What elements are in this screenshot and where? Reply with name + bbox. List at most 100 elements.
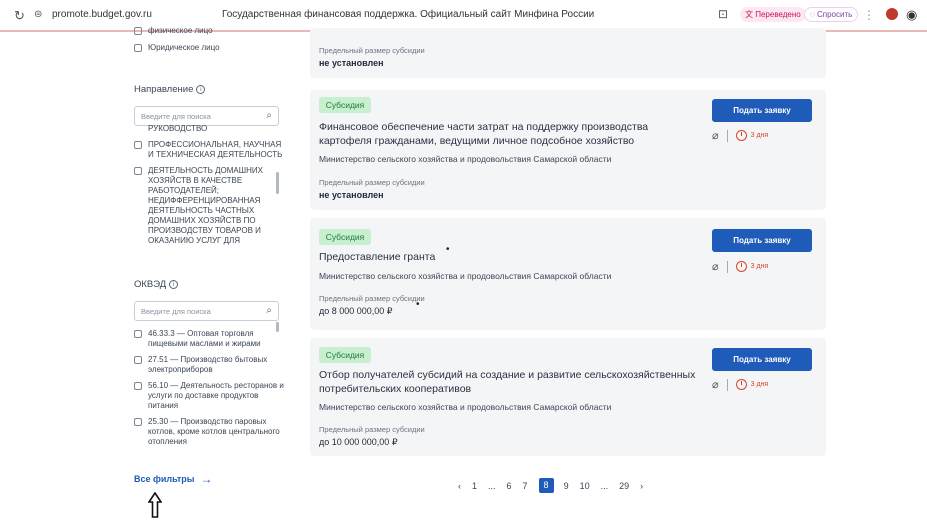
checkbox-label: ДЕЯТЕЛЬНОСТЬ ДОМАШНИХ ХОЗЯЙСТВ В КАЧЕСТВ… bbox=[148, 166, 263, 245]
okved-search-input[interactable]: Введите для поиска ⌕ bbox=[134, 301, 279, 321]
subsidy-card[interactable]: Субсидия Финансовое обеспечение части за… bbox=[310, 90, 826, 210]
reload-icon[interactable]: ↻ bbox=[14, 8, 25, 24]
checkbox[interactable] bbox=[134, 356, 142, 364]
ask-icon: ◌ bbox=[810, 10, 817, 19]
deadline-days: 3 дня bbox=[750, 132, 769, 139]
translate-label: Переведено bbox=[755, 10, 801, 19]
subsidy-badge: Субсидия bbox=[319, 229, 371, 245]
apply-button[interactable]: Подать заявку bbox=[712, 229, 812, 252]
tag-icon[interactable]: ⌀ bbox=[712, 129, 719, 142]
checkbox-label: ПРОФЕССИОНАЛЬНАЯ, НАУЧНАЯ И ТЕХНИЧЕСКАЯ … bbox=[148, 140, 283, 159]
filter-checkbox[interactable]: ПРОФЕССИОНАЛЬНАЯ, НАУЧНАЯ И ТЕХНИЧЕСКАЯ … bbox=[134, 140, 284, 160]
checkbox[interactable] bbox=[134, 418, 142, 426]
page-link[interactable]: 1 bbox=[472, 481, 477, 491]
card-actions: ⌀ 3 дня bbox=[712, 129, 768, 142]
subsidy-card[interactable]: Субсидия Предоставление гранта • Министе… bbox=[310, 218, 826, 330]
info-icon[interactable]: i bbox=[196, 85, 206, 94]
page-ellipsis: ... bbox=[600, 480, 609, 491]
all-filters-link[interactable]: Все фильтры → bbox=[134, 472, 212, 486]
address-bar[interactable]: promote.budget.gov.ru bbox=[52, 9, 152, 20]
direction-search-input[interactable]: Введите для поиска ⌕ bbox=[134, 106, 279, 126]
filter-checkbox[interactable]: 27.51 — Производство бытовых электроприб… bbox=[134, 355, 284, 375]
subsidy-badge: Субсидия bbox=[319, 347, 371, 363]
filter-checkbox[interactable]: 46.33.3 — Оптовая торговля пищевыми масл… bbox=[134, 329, 284, 349]
card-title[interactable]: Предоставление гранта bbox=[319, 250, 699, 264]
card-org: Министерство сельского хозяйства и продо… bbox=[319, 154, 612, 164]
search-icon[interactable]: ⌕ bbox=[266, 110, 272, 121]
checkbox-label: 46.33.3 — Оптовая торговля пищевыми масл… bbox=[148, 329, 261, 348]
page-link[interactable]: 9 bbox=[564, 481, 569, 491]
page-link[interactable]: 29 bbox=[619, 481, 629, 491]
card-title[interactable]: Финансовое обеспечение части затрат на п… bbox=[319, 120, 699, 148]
filter-checkbox[interactable]: Юридическое лицо bbox=[134, 43, 220, 53]
checkbox[interactable] bbox=[134, 382, 142, 390]
limit-label: Предельный размер субсидии bbox=[319, 294, 425, 303]
search-icon[interactable]: ⌕ bbox=[266, 305, 272, 316]
ask-button[interactable]: ◌ Спросить bbox=[804, 7, 859, 22]
card-org: Министерство сельского хозяйства и продо… bbox=[319, 402, 612, 412]
info-icon[interactable]: i bbox=[169, 280, 179, 289]
checkbox[interactable] bbox=[134, 141, 142, 149]
clock-icon bbox=[735, 130, 747, 141]
card-title[interactable]: Отбор получателей субсидий на создание и… bbox=[319, 368, 699, 396]
page-link[interactable]: 10 bbox=[580, 481, 590, 491]
site-info-icon[interactable]: ⊜ bbox=[34, 9, 42, 20]
cursor-dot: • bbox=[446, 244, 450, 255]
pagination: ‹ 1 ... 6 7 8 9 10 ... 29 › bbox=[458, 478, 654, 493]
checkbox-label: 27.51 — Производство бытовых электроприб… bbox=[148, 355, 268, 374]
deadline-days: 3 дня bbox=[750, 263, 769, 270]
checkbox-label: 25.30 — Производство паровых котлов, кро… bbox=[148, 417, 280, 446]
results-panel: Предельный размер субсидии не установлен… bbox=[300, 28, 826, 520]
limit-value: не установлен bbox=[319, 190, 384, 200]
direction-label: Направление bbox=[134, 84, 194, 95]
scrollbar[interactable] bbox=[276, 322, 279, 332]
filter-checkbox[interactable]: 25.30 — Производство паровых котлов, кро… bbox=[134, 417, 284, 447]
profile-icon[interactable]: ◉ bbox=[906, 7, 917, 23]
deadline-days: 3 дня bbox=[750, 381, 769, 388]
extension-icon[interactable] bbox=[886, 8, 898, 20]
checkbox-label: РУКОВОДСТВО bbox=[148, 124, 208, 133]
checkbox[interactable] bbox=[134, 167, 142, 175]
direction-list[interactable]: РУКОВОДСТВО ПРОФЕССИОНАЛЬНАЯ, НАУЧНАЯ И … bbox=[134, 124, 284, 254]
clock-icon bbox=[735, 379, 747, 390]
subsidy-card[interactable]: Субсидия Отбор получателей субсидий на с… bbox=[310, 338, 826, 456]
okved-list[interactable]: 46.33.3 — Оптовая торговля пищевыми масл… bbox=[134, 329, 284, 453]
translate-button[interactable]: 文 Переведено bbox=[740, 7, 806, 22]
page-ellipsis: ... bbox=[488, 480, 496, 491]
tag-icon[interactable]: ⌀ bbox=[712, 378, 719, 391]
prev-page-button[interactable]: ‹ bbox=[458, 481, 461, 491]
filter-checkbox[interactable]: физическое лицо bbox=[134, 26, 213, 36]
okved-title: ОКВЭД i bbox=[134, 279, 179, 290]
tag-icon[interactable]: ⌀ bbox=[712, 260, 719, 273]
page-link[interactable]: 6 bbox=[507, 481, 512, 491]
next-page-button[interactable]: › bbox=[640, 481, 643, 491]
checkbox[interactable] bbox=[134, 330, 142, 338]
page-link[interactable]: 7 bbox=[523, 481, 528, 491]
all-filters-label: Все фильтры bbox=[134, 474, 195, 484]
subsidy-card[interactable]: Предельный размер субсидии не установлен bbox=[310, 28, 826, 78]
arrow-right-icon: → bbox=[200, 472, 213, 486]
page-tab-title: Государственная финансовая поддержка. Оф… bbox=[222, 9, 595, 20]
checkbox-label: физическое лицо bbox=[148, 26, 213, 35]
translate-icon: 文 bbox=[745, 10, 756, 19]
limit-label: Предельный размер субсидии bbox=[319, 178, 425, 187]
search-placeholder: Введите для поиска bbox=[141, 307, 211, 316]
scrollbar[interactable] bbox=[276, 172, 279, 194]
limit-label: Предельный размер субсидии bbox=[319, 46, 425, 55]
filter-checkbox[interactable]: 56.10 — Деятельность ресторанов и услуги… bbox=[134, 381, 284, 411]
checkbox[interactable] bbox=[134, 27, 142, 35]
checkbox-label: Юридическое лицо bbox=[148, 43, 220, 52]
apply-button[interactable]: Подать заявку bbox=[712, 348, 812, 371]
filter-checkbox[interactable]: ДЕЯТЕЛЬНОСТЬ ДОМАШНИХ ХОЗЯЙСТВ В КАЧЕСТВ… bbox=[134, 166, 284, 246]
menu-dots-icon[interactable]: ⋮ bbox=[863, 8, 875, 22]
checkbox[interactable] bbox=[134, 44, 142, 52]
clock-icon bbox=[735, 261, 747, 272]
okved-label: ОКВЭД bbox=[134, 279, 167, 290]
search-placeholder: Введите для поиска bbox=[141, 112, 211, 121]
filter-checkbox[interactable]: РУКОВОДСТВО bbox=[134, 124, 284, 134]
apply-button[interactable]: Подать заявку bbox=[712, 99, 812, 122]
card-org: Министерство сельского хозяйства и продо… bbox=[319, 271, 612, 281]
bookmark-icon[interactable]: ⊡ bbox=[718, 7, 728, 21]
page-link-current[interactable]: 8 bbox=[538, 478, 554, 493]
filters-sidebar: физическое лицо Юридическое лицо Направл… bbox=[122, 26, 294, 520]
